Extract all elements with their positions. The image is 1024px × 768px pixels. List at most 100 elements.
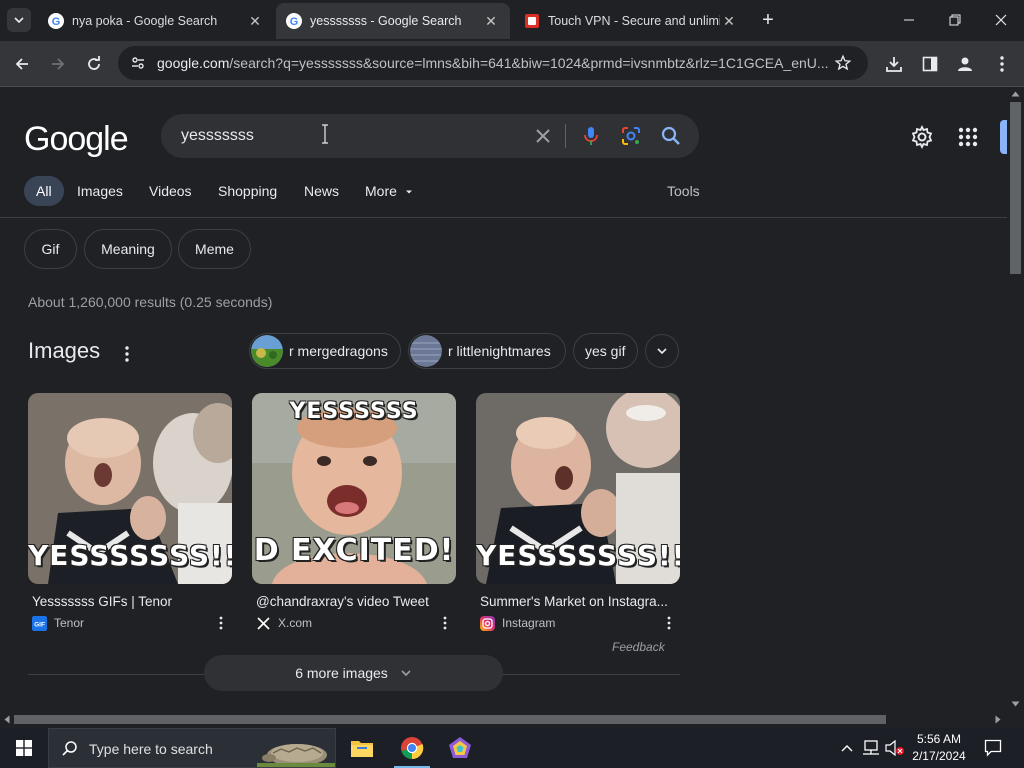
pill-mergedragons[interactable]: r mergedragons — [249, 333, 401, 369]
volume-muted-icon — [885, 740, 904, 756]
more-options-icon[interactable] — [218, 615, 224, 631]
scrollbar-thumb[interactable] — [14, 715, 886, 724]
tab-search-button[interactable] — [7, 8, 31, 32]
vpn-app-taskbar-button[interactable] — [436, 728, 484, 768]
volume-tray-button[interactable] — [884, 728, 906, 768]
image-source[interactable]: Instagram — [476, 615, 680, 631]
url-path: /search?q=yesssssss&source=lmns&bih=641&… — [229, 55, 829, 71]
tab-all[interactable]: All — [24, 176, 64, 206]
chip-meaning[interactable]: Meaning — [84, 229, 172, 269]
close-tab-icon[interactable]: ✕ — [246, 12, 264, 30]
tab-nya-poka[interactable]: G nya poka - Google Search ✕ — [38, 3, 274, 39]
image-result-card[interactable]: YESSSSSSS!! Summer's Market on Instagra.… — [476, 393, 680, 631]
close-icon — [536, 129, 550, 143]
image-source[interactable]: X.com — [252, 615, 456, 631]
start-button[interactable] — [0, 728, 48, 768]
gif-overlay-text: D EXCITED! — [253, 533, 455, 568]
image-thumbnail[interactable]: YESSSSSSS!! — [28, 393, 232, 584]
tab-videos[interactable]: Videos — [149, 176, 192, 206]
tab-news[interactable]: News — [304, 176, 339, 206]
search-box[interactable]: yesssssss — [161, 114, 699, 158]
feedback-link[interactable]: Feedback — [612, 640, 665, 654]
svg-text:G: G — [290, 16, 299, 28]
address-bar[interactable]: google.com/search?q=yesssssss&source=lmn… — [118, 46, 868, 80]
image-result-card[interactable]: YESSSSSSS!! Yesssssss GIFs | Tenor GIF T… — [28, 393, 232, 631]
tools-button[interactable]: Tools — [667, 176, 700, 206]
chip-meme[interactable]: Meme — [178, 229, 251, 269]
tab-touch-vpn[interactable]: Touch VPN - Secure and unlimi ✕ — [514, 3, 748, 39]
scrollbar-thumb[interactable] — [1010, 102, 1021, 274]
tenor-logo-icon: GIF — [32, 615, 47, 631]
clear-search-button[interactable] — [531, 124, 555, 148]
chevron-down-icon — [657, 348, 667, 355]
file-explorer-taskbar-button[interactable] — [338, 728, 386, 768]
image-thumbnail[interactable]: YESSSSSS D EXCITED! — [252, 393, 456, 584]
microphone-icon[interactable] — [579, 124, 603, 148]
gif-overlay-top-text: YESSSSSS — [289, 399, 419, 424]
nav-divider — [0, 217, 1007, 218]
image-source[interactable]: GIF Tenor — [28, 615, 232, 631]
scroll-left-arrow-icon[interactable] — [3, 715, 11, 724]
more-options-icon[interactable] — [442, 615, 448, 631]
pill-littlenightmares[interactable]: r littlenightmares — [408, 333, 566, 369]
back-button[interactable] — [10, 52, 34, 76]
site-info-icon[interactable] — [130, 55, 146, 71]
pill-label: r mergedragons — [289, 343, 388, 359]
caret-down-icon — [405, 190, 412, 194]
browser-toolbar: google.com/search?q=yesssssss&source=lmn… — [0, 41, 1024, 87]
tab-title: Touch VPN - Secure and unlimi — [548, 14, 720, 28]
close-tab-icon[interactable]: ✕ — [482, 12, 500, 30]
google-lens-icon[interactable] — [619, 124, 643, 148]
forward-arrow-icon — [52, 58, 65, 70]
pill-yes-gif[interactable]: yes gif — [573, 333, 638, 369]
downloads-button[interactable] — [882, 52, 906, 76]
google-apps-icon[interactable] — [956, 125, 980, 149]
chrome-menu-button[interactable] — [990, 52, 1014, 76]
notifications-button[interactable] — [978, 728, 1008, 768]
reload-button[interactable] — [82, 52, 106, 76]
tab-images[interactable]: Images — [77, 176, 123, 206]
source-name: Instagram — [502, 616, 556, 630]
show-hidden-icons-button[interactable] — [838, 728, 856, 768]
scroll-down-arrow-icon[interactable] — [1011, 700, 1020, 708]
more-options-icon[interactable] — [666, 615, 672, 631]
windows-taskbar: Type here to search 5:56 AM 2/17/2024 — [0, 728, 1024, 768]
network-tray-button[interactable] — [860, 728, 882, 768]
tab-yesssssss[interactable]: G yesssssss - Google Search ✕ — [276, 3, 510, 39]
forward-button[interactable] — [46, 52, 70, 76]
image-caption[interactable]: Yesssssss GIFs | Tenor — [28, 594, 232, 609]
search-query-text[interactable]: yesssssss — [181, 127, 254, 145]
tab-shopping[interactable]: Shopping — [218, 176, 277, 206]
more-images-button[interactable]: 6 more images — [204, 655, 503, 691]
close-tab-icon[interactable]: ✕ — [720, 12, 738, 30]
scroll-up-arrow-icon[interactable] — [1011, 90, 1020, 98]
scroll-right-arrow-icon[interactable] — [994, 715, 1002, 724]
google-logo[interactable]: Google — [24, 120, 129, 159]
settings-gear-icon[interactable] — [910, 125, 934, 149]
taskbar-clock[interactable]: 5:56 AM 2/17/2024 — [906, 731, 972, 765]
chrome-taskbar-button[interactable] — [388, 728, 436, 768]
account-avatar-edge[interactable] — [1000, 120, 1007, 154]
expand-pills-button[interactable] — [645, 334, 679, 368]
taskbar-search-placeholder: Type here to search — [89, 741, 213, 757]
taskbar-search-box[interactable]: Type here to search — [48, 728, 336, 768]
search-icon[interactable] — [659, 124, 683, 148]
horizontal-scrollbar[interactable] — [0, 712, 1024, 727]
image-thumbnail[interactable]: YESSSSSSS!! — [476, 393, 680, 584]
more-options-icon[interactable] — [120, 344, 134, 364]
profile-button[interactable] — [953, 52, 977, 76]
chip-gif[interactable]: Gif — [24, 229, 77, 269]
restore-button[interactable] — [932, 0, 978, 40]
side-panel-button[interactable] — [918, 52, 942, 76]
image-caption[interactable]: @chandraxray's video Tweet — [252, 594, 456, 609]
x-logo-icon — [256, 615, 271, 631]
vertical-scrollbar[interactable] — [1007, 88, 1024, 712]
tab-more[interactable]: More — [365, 176, 413, 206]
new-tab-button[interactable]: + — [758, 10, 778, 30]
bookmark-star-icon[interactable] — [834, 54, 852, 72]
close-window-button[interactable] — [978, 0, 1024, 40]
image-result-card[interactable]: YESSSSSS D EXCITED! @chandraxray's video… — [252, 393, 456, 631]
minimize-button[interactable] — [886, 0, 932, 40]
image-caption[interactable]: Summer's Market on Instagra... — [476, 594, 680, 609]
download-icon — [886, 57, 902, 72]
